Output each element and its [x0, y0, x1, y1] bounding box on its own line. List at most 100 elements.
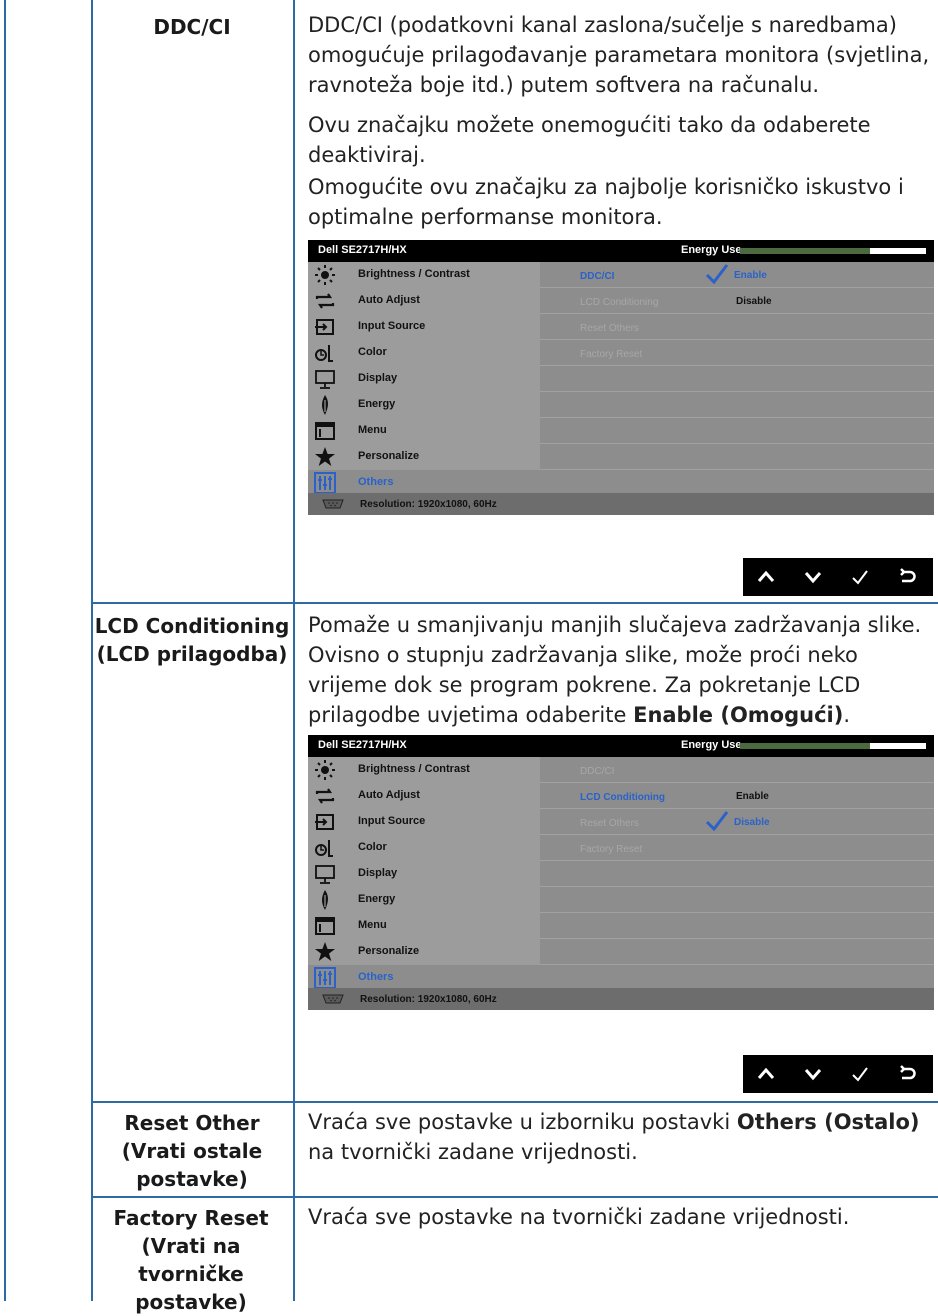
osd-menu-item[interactable]: Menu — [308, 913, 540, 939]
osd-nav-buttons — [743, 558, 933, 596]
osd-option-disable[interactable]: Disable — [734, 817, 770, 828]
osd-menu-item-label: Input Source — [358, 815, 426, 827]
osd-menu-item[interactable]: Input Source — [308, 809, 540, 835]
energy-use-fill — [740, 743, 871, 749]
osd-screenshot-ddcci: Dell SE2717H/HX Energy Use Brightness / Co… — [308, 240, 934, 515]
others-icon — [314, 472, 336, 494]
osd-submenu-row[interactable]: Reset Others Disable — [540, 809, 934, 835]
check-button[interactable] — [837, 1055, 884, 1093]
check-button[interactable] — [837, 558, 884, 596]
resolution-text: Resolution: 1920x1080, 60Hz — [360, 499, 497, 510]
osd-submenu-row[interactable]: DDC/CI — [540, 757, 934, 783]
up-button[interactable] — [743, 1055, 790, 1093]
osd-menu-item[interactable]: Auto Adjust — [308, 288, 540, 314]
osd-menu-item[interactable]: Color — [308, 835, 540, 861]
osd-submenu-item[interactable]: Reset Others — [580, 323, 639, 334]
osd-submenu-item[interactable]: DDC/CI — [580, 766, 614, 777]
brightness-icon — [314, 759, 336, 781]
osd-submenu-row — [540, 366, 934, 392]
display-icon — [314, 863, 336, 885]
osd-menu-item[interactable]: Display — [308, 366, 540, 392]
color-icon — [314, 342, 336, 364]
menu-icon — [314, 420, 336, 442]
osd-submenu-item[interactable]: LCD Conditioning — [580, 792, 665, 803]
osd-title-bar: Dell SE2717H/HX Energy Use — [308, 240, 934, 262]
energy-use-label: Energy Use — [681, 244, 742, 256]
osd-menu-item-label: Menu — [358, 424, 387, 436]
display-icon — [314, 368, 336, 390]
osd-menu-item-label: Brightness / Contrast — [358, 763, 470, 775]
auto-adjust-icon — [314, 785, 336, 807]
row-label-lcd-conditioning: LCD Conditioning (LCD prilagodba) — [94, 614, 290, 666]
osd-nav-buttons — [743, 1055, 933, 1093]
ddcci-paragraph-1: DDC/CI (podatkovni kanal zaslona/sučelje… — [308, 13, 930, 97]
osd-menu-item-label: Personalize — [358, 945, 420, 957]
ddcci-paragraph-2: Ovu značajku možete onemogućiti tako da … — [308, 113, 871, 167]
osd-menu-item-label: Brightness / Contrast — [358, 268, 470, 280]
osd-menu-item[interactable]: Brightness / Contrast — [308, 262, 540, 288]
osd-submenu-item[interactable]: DDC/CI — [580, 271, 614, 282]
osd-submenu-row[interactable]: LCD Conditioning Disable — [540, 288, 934, 314]
osd-menu-item-label: Menu — [358, 919, 387, 931]
osd-submenu: DDC/CI Enable LCD Conditioning Disable Reset… — [540, 262, 934, 496]
energy-icon — [314, 394, 336, 416]
osd-submenu-item[interactable]: Factory Reset — [580, 349, 642, 360]
osd-submenu-item[interactable]: Factory Reset — [580, 844, 642, 855]
osd-menu-item-label: Display — [358, 372, 398, 384]
osd-submenu-row — [540, 418, 934, 444]
energy-use-bar — [740, 743, 926, 749]
osd-option-enable[interactable]: Enable — [736, 791, 769, 802]
osd-submenu-item[interactable]: LCD Conditioning — [580, 297, 658, 308]
osd-model-name: Dell SE2717H/HX — [318, 244, 407, 256]
osd-menu-item-label: Others — [358, 476, 394, 488]
osd-menu-item[interactable]: Menu — [308, 418, 540, 444]
osd-status-bar: Resolution: 1920x1080, 60Hz — [308, 988, 934, 1010]
reset-other-paragraph: Vraća sve postavke u izborniku postavki … — [308, 1110, 920, 1164]
osd-submenu-row[interactable]: Factory Reset — [540, 340, 934, 366]
osd-submenu-row[interactable]: DDC/CI Enable — [540, 262, 934, 288]
vga-connector-icon — [322, 499, 344, 509]
others-icon — [314, 967, 336, 989]
osd-menu-item[interactable]: Auto Adjust — [308, 783, 540, 809]
osd-menu-item[interactable]: Color — [308, 340, 540, 366]
osd-menu-item-label: Color — [358, 841, 387, 853]
back-button[interactable] — [884, 558, 931, 596]
osd-submenu-row[interactable]: Reset Others — [540, 314, 934, 340]
osd-menu-item[interactable]: Input Source — [308, 314, 540, 340]
table-column-divider — [293, 0, 295, 1301]
osd-menu-item-label: Others — [358, 971, 394, 983]
osd-menu-item[interactable]: Energy — [308, 887, 540, 913]
osd-menu-item-label: Energy — [358, 893, 396, 905]
osd-menu-item[interactable]: Personalize — [308, 939, 540, 965]
down-button[interactable] — [790, 1055, 837, 1093]
check-icon — [705, 263, 729, 285]
osd-submenu-row — [540, 392, 934, 418]
osd-menu-item-label: Auto Adjust — [358, 789, 420, 801]
osd-submenu-row[interactable]: LCD Conditioning Enable — [540, 783, 934, 809]
back-button[interactable] — [884, 1055, 931, 1093]
osd-submenu-row[interactable]: Factory Reset — [540, 835, 934, 861]
osd-menu-item[interactable]: Others — [308, 470, 540, 494]
osd-menu-item[interactable]: Energy — [308, 392, 540, 418]
osd-menu-item[interactable]: Personalize — [308, 444, 540, 470]
osd-menu-item-label: Auto Adjust — [358, 294, 420, 306]
vga-connector-icon — [322, 994, 344, 1004]
osd-submenu: DDC/CI LCD Conditioning Enable Reset Others… — [540, 757, 934, 991]
resolution-text: Resolution: 1920x1080, 60Hz — [360, 994, 497, 1005]
osd-menu-item-label: Input Source — [358, 320, 426, 332]
osd-menu-item[interactable]: Brightness / Contrast — [308, 757, 540, 783]
osd-main-menu: Brightness / Contrast Auto Adjust Input So… — [308, 757, 540, 989]
osd-option-disable[interactable]: Disable — [736, 296, 772, 307]
osd-menu-item[interactable]: Display — [308, 861, 540, 887]
down-button[interactable] — [790, 558, 837, 596]
osd-menu-item[interactable]: Others — [308, 965, 540, 989]
osd-menu-item-label: Color — [358, 346, 387, 358]
osd-submenu-row — [540, 887, 934, 913]
osd-screenshot-lcd-conditioning: Dell SE2717H/HX Energy Use Brightness / Co… — [308, 735, 934, 1010]
star-icon — [314, 446, 336, 468]
osd-option-enable[interactable]: Enable — [734, 270, 767, 281]
osd-submenu-row — [540, 444, 934, 470]
up-button[interactable] — [743, 558, 790, 596]
osd-model-name: Dell SE2717H/HX — [318, 739, 407, 751]
osd-submenu-item[interactable]: Reset Others — [580, 818, 639, 829]
